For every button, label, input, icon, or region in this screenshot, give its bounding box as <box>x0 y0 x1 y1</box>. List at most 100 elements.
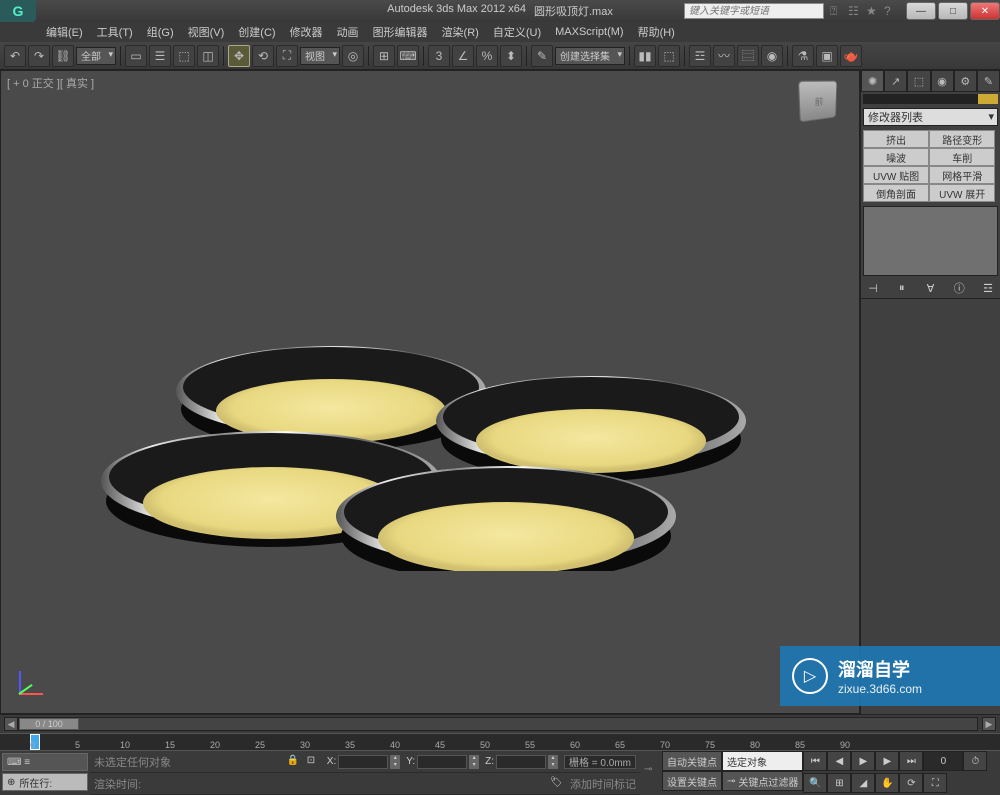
percent-snap-button[interactable]: % <box>476 45 498 67</box>
goto-end-button[interactable]: ⏭ <box>899 751 923 771</box>
lock-icon[interactable]: 🔒 <box>287 755 301 769</box>
menu-help[interactable]: 帮助(H) <box>632 22 681 42</box>
mirror-button[interactable]: ▮▮ <box>634 45 656 67</box>
select-name-button[interactable]: ☰ <box>149 45 171 67</box>
config-stack-icon[interactable]: ☲ <box>980 280 996 296</box>
edit-sel-button[interactable]: ✎ <box>531 45 553 67</box>
pin-stack-icon[interactable]: ⊣ <box>865 280 881 296</box>
material-button[interactable]: ◉ <box>761 45 783 67</box>
viewcube[interactable]: 前 <box>798 81 837 123</box>
rotate-button[interactable]: ⟲ <box>252 45 274 67</box>
z-spinner[interactable]: ▴▾ <box>548 755 558 769</box>
menu-edit[interactable]: 编辑(E) <box>40 22 89 42</box>
hierarchy-tab[interactable]: ⬚ <box>907 70 930 92</box>
motion-tab[interactable]: ◉ <box>931 70 954 92</box>
menu-view[interactable]: 视图(V) <box>182 22 231 42</box>
menu-animation[interactable]: 动画 <box>331 22 365 42</box>
layer-button[interactable]: ☲ <box>689 45 711 67</box>
timeslider-right-arrow[interactable]: ▶ <box>982 717 996 731</box>
select-rect-button[interactable]: ⬚ <box>173 45 195 67</box>
script-listener-button[interactable]: ⌨ ≡ <box>2 753 88 771</box>
render-setup-button[interactable]: ⚗ <box>792 45 814 67</box>
nav-zoom-button[interactable]: 🔍 <box>803 773 827 793</box>
menu-customize[interactable]: 自定义(U) <box>487 22 547 42</box>
pivot-button[interactable]: ◎ <box>342 45 364 67</box>
isolate-icon[interactable]: ⊡ <box>307 755 321 769</box>
key-lock-icon[interactable]: ⊸ <box>644 764 658 778</box>
menu-tools[interactable]: 工具(T) <box>91 22 139 42</box>
mod-pathdeform[interactable]: 路径变形 <box>929 130 995 148</box>
angle-snap-button[interactable]: ∠ <box>452 45 474 67</box>
show-result-icon[interactable]: ⏸ <box>894 280 910 296</box>
snap-button[interactable]: 3 <box>428 45 450 67</box>
menu-grapheditors[interactable]: 图形编辑器 <box>367 22 434 42</box>
set-key-button[interactable]: 设置关键点 <box>662 771 722 791</box>
timeslider-left-arrow[interactable]: ◀ <box>4 717 18 731</box>
mod-uvwunwrap[interactable]: UVW 展开 <box>929 184 995 202</box>
current-frame-input[interactable]: 0 <box>923 751 963 771</box>
spinner-snap-button[interactable]: ⬍ <box>500 45 522 67</box>
auto-key-button[interactable]: 自动关键点 <box>662 751 722 771</box>
curve-editor-button[interactable]: 〰 <box>713 45 735 67</box>
mod-lathe[interactable]: 车削 <box>929 148 995 166</box>
rendered-frame-button[interactable]: ▣ <box>816 45 838 67</box>
close-button[interactable]: ✕ <box>970 2 1000 20</box>
remove-mod-icon[interactable]: ⓘ <box>951 280 967 296</box>
window-crossing-button[interactable]: ◫ <box>197 45 219 67</box>
named-selset-dropdown[interactable]: 创建选择集 <box>555 47 625 65</box>
nav-fov-button[interactable]: ◢ <box>851 773 875 793</box>
help-icon[interactable]: ⍰ <box>830 4 844 18</box>
object-color-strip[interactable] <box>863 94 998 104</box>
modifier-stack[interactable] <box>863 206 998 276</box>
modify-tab[interactable]: ↗ <box>884 70 907 92</box>
z-input[interactable] <box>496 755 546 769</box>
viewport-label[interactable]: [ + 0 正交 ][ 真实 ] <box>7 75 94 91</box>
time-slider-track[interactable]: 0 / 100 <box>18 717 978 731</box>
goto-start-button[interactable]: ⏮ <box>803 751 827 771</box>
nav-orbit-button[interactable]: ⟳ <box>899 773 923 793</box>
play-button[interactable]: ▶ <box>851 751 875 771</box>
render-button[interactable]: 🫖 <box>840 45 862 67</box>
mod-bevelprofile[interactable]: 倒角剖面 <box>863 184 929 202</box>
scale-button[interactable]: ⛶ <box>276 45 298 67</box>
time-slider-thumb[interactable]: 0 / 100 <box>19 718 79 730</box>
next-frame-button[interactable]: ▶ <box>875 751 899 771</box>
star-icon[interactable]: ★ <box>866 4 880 18</box>
link-button[interactable]: ⛓ <box>52 45 74 67</box>
refcoord-dropdown[interactable]: 视图 <box>300 47 340 65</box>
modifier-list-dropdown[interactable]: 修改器列表 <box>863 108 998 126</box>
maximize-button[interactable]: □ <box>938 2 968 20</box>
menu-maxscript[interactable]: MAXScript(M) <box>549 24 629 40</box>
align-button[interactable]: ⬚ <box>658 45 680 67</box>
make-unique-icon[interactable]: ∀ <box>923 280 939 296</box>
menu-modifiers[interactable]: 修改器 <box>284 22 329 42</box>
app-icon[interactable]: G <box>0 0 36 22</box>
menu-group[interactable]: 组(G) <box>141 22 180 42</box>
y-input[interactable] <box>417 755 467 769</box>
create-tab[interactable]: ✺ <box>861 70 884 92</box>
mod-noise[interactable]: 噪波 <box>863 148 929 166</box>
nav-pan-button[interactable]: ✋ <box>875 773 899 793</box>
menu-render[interactable]: 渲染(R) <box>436 22 485 42</box>
search-input[interactable] <box>684 3 824 19</box>
undo-button[interactable]: ↶ <box>4 45 26 67</box>
nav-zoomall-button[interactable]: ⊞ <box>827 773 851 793</box>
manip-button[interactable]: ⊞ <box>373 45 395 67</box>
x-spinner[interactable]: ▴▾ <box>390 755 400 769</box>
menu-create[interactable]: 创建(C) <box>232 22 281 42</box>
mod-extrude[interactable]: 挤出 <box>863 130 929 148</box>
tag-icon[interactable]: 🏷 <box>550 777 564 791</box>
time-ruler[interactable]: 051015202530354045505560657075808590 <box>0 733 1000 751</box>
time-config-button[interactable]: ⏱ <box>963 751 987 771</box>
schematic-button[interactable]: ⿳ <box>737 45 759 67</box>
move-button[interactable]: ✥ <box>228 45 250 67</box>
viewport[interactable]: [ + 0 正交 ][ 真实 ] 前 <box>0 70 860 714</box>
sel-set-field[interactable]: 选定对象 <box>722 751 803 771</box>
x-input[interactable] <box>338 755 388 769</box>
mod-uvwmap[interactable]: UVW 贴图 <box>863 166 929 184</box>
current-line-button[interactable]: ⊕ 所在行: <box>2 773 88 791</box>
select-button[interactable]: ▭ <box>125 45 147 67</box>
filter-dropdown[interactable]: 全部 <box>76 47 116 65</box>
mod-meshsmooth[interactable]: 网格平滑 <box>929 166 995 184</box>
y-spinner[interactable]: ▴▾ <box>469 755 479 769</box>
